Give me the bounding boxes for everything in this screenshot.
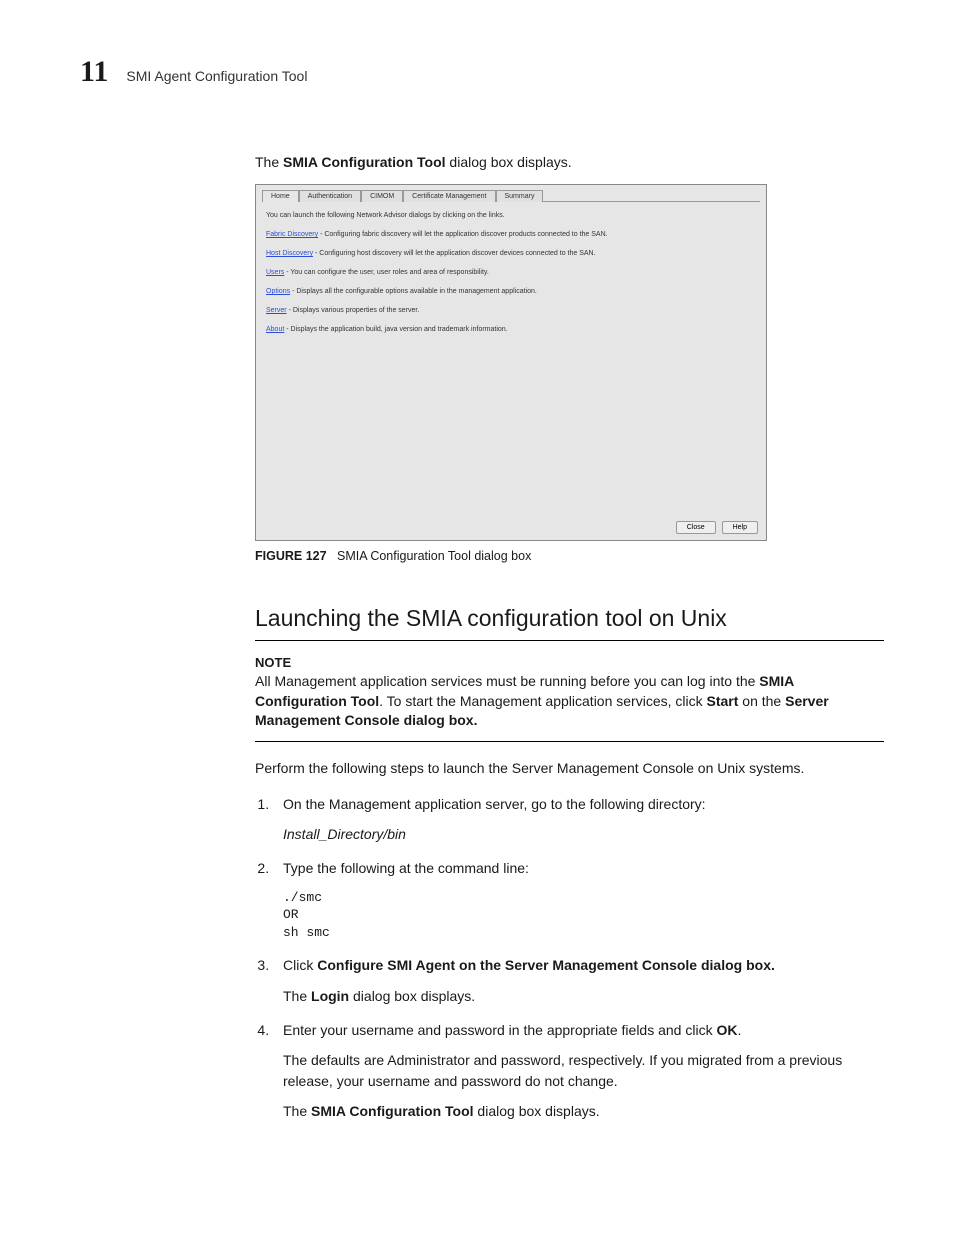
close-button[interactable]: Close bbox=[676, 521, 716, 534]
step-1: On the Management application server, go… bbox=[273, 794, 884, 845]
dialog-lead-text: You can launch the following Network Adv… bbox=[266, 212, 756, 219]
dialog-row-host-text: - Configuring host discovery will let th… bbox=[313, 250, 595, 257]
step-4-p3b: SMIA Configuration Tool bbox=[311, 1103, 474, 1119]
step-4-b1: OK bbox=[716, 1022, 737, 1038]
note-s2: . To start the Management application se… bbox=[379, 693, 706, 709]
step-4-p3: The SMIA Configuration Tool dialog box d… bbox=[283, 1101, 884, 1121]
step-3: Click Configure SMI Agent on the Server … bbox=[273, 955, 884, 1006]
step-4-t1: Enter your username and password in the … bbox=[283, 1022, 716, 1038]
figure-label: FIGURE 127 bbox=[255, 549, 327, 563]
step-4-t2: . bbox=[737, 1022, 741, 1038]
link-server[interactable]: Server bbox=[266, 307, 287, 314]
step-1-path: Install_Directory/bin bbox=[283, 824, 884, 844]
dialog-row-about-text: - Displays the application build, java v… bbox=[284, 326, 507, 333]
code-line-3: sh smc bbox=[283, 924, 884, 942]
dialog-row-users-text: - You can configure the user, user roles… bbox=[284, 269, 489, 276]
note-bottom-rule bbox=[255, 741, 884, 742]
step-2-code: ./smc OR sh smc bbox=[283, 889, 884, 942]
dialog-row-options-text: - Displays all the configurable options … bbox=[290, 288, 537, 295]
smia-dialog-screenshot: Home Authentication CIMOM Certificate Ma… bbox=[255, 184, 767, 541]
dialog-row-server: Server - Displays various properties of … bbox=[266, 307, 756, 314]
tab-cimom[interactable]: CIMOM bbox=[361, 190, 403, 202]
help-button[interactable]: Help bbox=[722, 521, 758, 534]
step-4: Enter your username and password in the … bbox=[273, 1020, 884, 1121]
running-header: 11 SMI Agent Configuration Tool bbox=[80, 55, 884, 89]
dialog-row-users: Users - You can configure the user, user… bbox=[266, 269, 756, 276]
dialog-button-row: Close Help bbox=[672, 521, 758, 534]
link-about[interactable]: About bbox=[266, 326, 284, 333]
note-s3: on the bbox=[738, 693, 785, 709]
document-page: 11 SMI Agent Configuration Tool The SMIA… bbox=[0, 0, 954, 1195]
dialog-tab-row: Home Authentication CIMOM Certificate Ma… bbox=[256, 185, 766, 201]
tab-summary[interactable]: Summary bbox=[496, 190, 544, 202]
section-rule bbox=[255, 640, 884, 641]
dialog-row-fabric-text: - Configuring fabric discovery will let … bbox=[318, 231, 607, 238]
step-3-sub-a: The bbox=[283, 988, 311, 1004]
figure-title: SMIA Configuration Tool dialog box bbox=[337, 549, 531, 563]
code-line-1: ./smc bbox=[283, 889, 884, 907]
dialog-row-server-text: - Displays various properties of the ser… bbox=[287, 307, 420, 314]
intro-suffix: dialog box displays. bbox=[446, 154, 572, 170]
figure-caption: FIGURE 127 SMIA Configuration Tool dialo… bbox=[255, 549, 884, 563]
step-4-p3a: The bbox=[283, 1103, 311, 1119]
link-host-discovery[interactable]: Host Discovery bbox=[266, 250, 313, 257]
note-body: All Management application services must… bbox=[255, 672, 884, 731]
chapter-title: SMI Agent Configuration Tool bbox=[126, 68, 307, 84]
link-users[interactable]: Users bbox=[266, 269, 284, 276]
step-4-p2: The defaults are Administrator and passw… bbox=[283, 1050, 884, 1091]
intro-prefix: The bbox=[255, 154, 283, 170]
step-3-sub-b: Login bbox=[311, 988, 349, 1004]
tab-certificate-management[interactable]: Certificate Management bbox=[403, 190, 495, 202]
step-1-text: On the Management application server, go… bbox=[283, 796, 706, 812]
dialog-row-about: About - Displays the application build, … bbox=[266, 326, 756, 333]
dialog-row-options: Options - Displays all the configurable … bbox=[266, 288, 756, 295]
steps-list: On the Management application server, go… bbox=[255, 794, 884, 1121]
step-3-bold: Configure SMI Agent on the Server Manage… bbox=[317, 957, 775, 973]
step-4-p3c: dialog box displays. bbox=[474, 1103, 600, 1119]
intro-bold: SMIA Configuration Tool bbox=[283, 154, 446, 170]
note-label: NOTE bbox=[255, 655, 884, 670]
intro-paragraph: The SMIA Configuration Tool dialog box d… bbox=[255, 154, 884, 170]
link-fabric-discovery[interactable]: Fabric Discovery bbox=[266, 231, 318, 238]
note-b2: Start bbox=[707, 693, 739, 709]
note-s1: All Management application services must… bbox=[255, 673, 759, 689]
step-3-prefix: Click bbox=[283, 957, 317, 973]
code-line-2: OR bbox=[283, 906, 884, 924]
step-2: Type the following at the command line: … bbox=[273, 858, 884, 941]
dialog-row-host: Host Discovery - Configuring host discov… bbox=[266, 250, 756, 257]
link-options[interactable]: Options bbox=[266, 288, 290, 295]
dialog-row-fabric: Fabric Discovery - Configuring fabric di… bbox=[266, 231, 756, 238]
step-3-sub: The Login dialog box displays. bbox=[283, 986, 884, 1006]
chapter-number: 11 bbox=[80, 55, 108, 89]
dialog-body: You can launch the following Network Adv… bbox=[256, 202, 766, 512]
tab-home[interactable]: Home bbox=[262, 190, 299, 202]
step-3-sub-c: dialog box displays. bbox=[349, 988, 475, 1004]
tab-authentication[interactable]: Authentication bbox=[299, 190, 361, 202]
main-content: The SMIA Configuration Tool dialog box d… bbox=[255, 154, 884, 1121]
section-heading: Launching the SMIA configuration tool on… bbox=[255, 605, 884, 632]
step-2-text: Type the following at the command line: bbox=[283, 860, 529, 876]
instruction-lead: Perform the following steps to launch th… bbox=[255, 760, 884, 776]
